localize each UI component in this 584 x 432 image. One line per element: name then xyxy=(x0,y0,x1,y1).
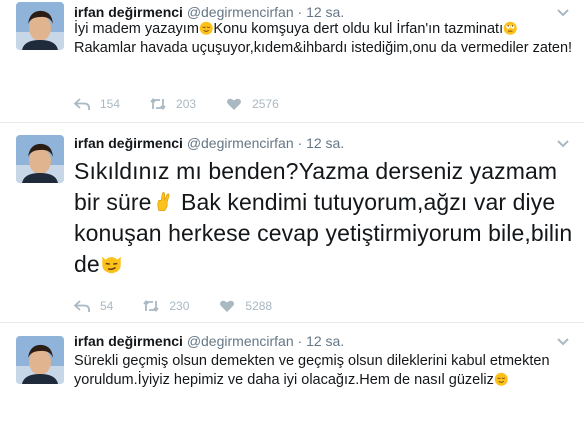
crossed-fingers-emoji xyxy=(156,192,170,212)
relieved-face-emoji xyxy=(494,372,508,386)
like-button[interactable]: 2576 xyxy=(226,97,279,111)
tweet-text: Sıkıldınız mı benden?Yazma derseniz yazm… xyxy=(74,156,578,280)
tweet-timestamp[interactable]: 12 sa. xyxy=(306,4,344,20)
reply-icon xyxy=(74,300,90,312)
heart-icon xyxy=(227,98,242,110)
tweet-3[interactable]: irfan değirmenci @degirmencirfan · 12 sa… xyxy=(0,322,584,432)
tweet-timestamp[interactable]: 12 sa. xyxy=(306,135,344,151)
tweet-text: Sürekli geçmiş olsun demekten ve geçmiş … xyxy=(74,352,578,390)
chevron-down-icon[interactable] xyxy=(556,5,570,19)
author-name[interactable]: irfan değirmenci xyxy=(74,135,183,151)
reply-count: 54 xyxy=(100,299,114,313)
like-button[interactable]: 5288 xyxy=(219,299,272,313)
tweet-text-part: Konu komşuya dert oldu kul İrfan'ın tazm… xyxy=(213,21,504,37)
retweet-button[interactable]: 230 xyxy=(143,299,189,313)
reply-icon xyxy=(74,98,90,110)
separator-dot: · xyxy=(297,135,303,151)
tweet-text-part: Sürekli geçmiş olsun demekten ve geçmiş … xyxy=(74,353,550,388)
reply-button[interactable]: 154 xyxy=(74,97,120,111)
author-handle[interactable]: @degirmencirfan xyxy=(187,333,294,349)
smirking-cat-emoji xyxy=(102,257,121,274)
tweet-text-part: İyi madem yazayım xyxy=(74,21,199,37)
separator-dot: · xyxy=(297,4,303,20)
like-count: 5288 xyxy=(245,299,273,313)
avatar[interactable] xyxy=(16,135,64,183)
chevron-down-icon[interactable] xyxy=(556,334,570,348)
author-handle[interactable]: @degirmencirfan xyxy=(187,135,294,151)
rolling-eyes-emoji xyxy=(503,21,517,35)
tweet-2[interactable]: irfan değirmenci @degirmencirfan · 12 sa… xyxy=(0,122,584,322)
tweet-1[interactable]: irfan değirmenci @degirmencirfan · 12 sa… xyxy=(0,0,584,122)
retweet-icon xyxy=(150,98,166,110)
avatar[interactable] xyxy=(16,2,64,50)
retweet-icon xyxy=(143,300,160,312)
reply-button[interactable]: 54 xyxy=(74,299,113,313)
retweet-count: 203 xyxy=(176,97,197,111)
chevron-down-icon[interactable] xyxy=(556,136,570,150)
relieved-face-emoji xyxy=(199,21,213,35)
author-name[interactable]: irfan değirmenci xyxy=(74,4,183,20)
tweet-text: İyi madem yazayım Konu komşuya dert oldu … xyxy=(74,20,578,58)
like-count: 2576 xyxy=(252,97,279,111)
heart-icon xyxy=(220,300,235,312)
tweet-text-part: Rakamlar havada uçuşuyor,kıdem&ihbardı i… xyxy=(74,40,573,56)
reply-count: 154 xyxy=(100,97,121,111)
tweet-timestamp[interactable]: 12 sa. xyxy=(306,333,344,349)
retweet-button[interactable]: 203 xyxy=(150,97,196,111)
author-name[interactable]: irfan değirmenci xyxy=(74,333,183,349)
author-handle[interactable]: @degirmencirfan xyxy=(187,4,294,20)
avatar[interactable] xyxy=(16,336,64,384)
retweet-count: 230 xyxy=(169,299,190,313)
separator-dot: · xyxy=(297,333,303,349)
